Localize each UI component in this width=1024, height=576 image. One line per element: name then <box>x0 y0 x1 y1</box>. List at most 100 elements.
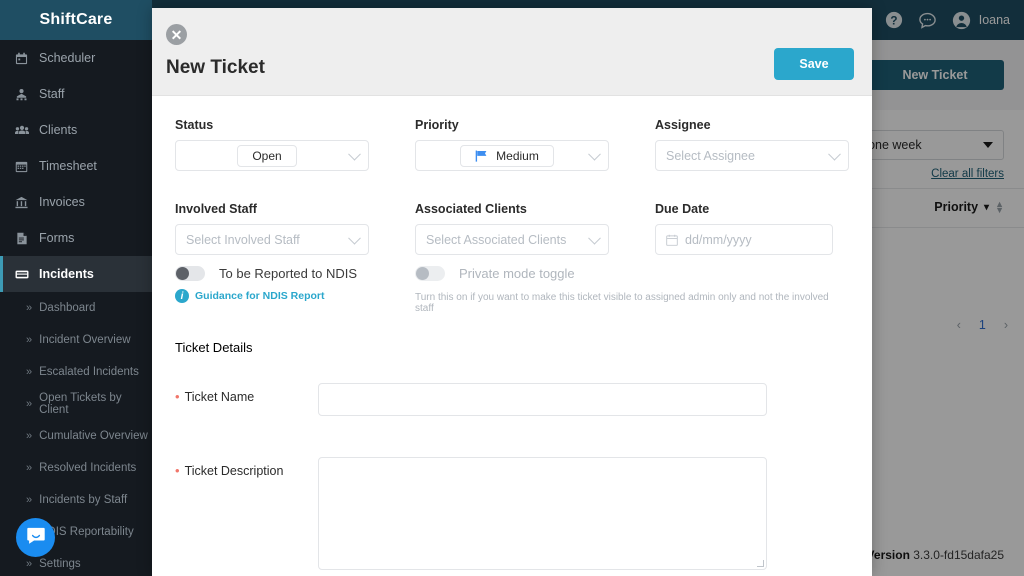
sidebar-item-invoices[interactable]: Invoices <box>0 184 152 220</box>
sidebar-item-label: Staff <box>39 87 64 101</box>
calendar-icon <box>666 234 678 246</box>
double-chevron-icon: » <box>26 335 32 346</box>
chevron-down-icon <box>828 147 841 160</box>
due-date-input[interactable]: dd/mm/yyyy <box>655 224 833 255</box>
resize-handle-icon[interactable] <box>757 560 764 567</box>
sidebar-subitem-incidents-by-staff[interactable]: » Incidents by Staff <box>0 484 152 516</box>
sidebar-subitem-label: Incidents by Staff <box>39 494 127 506</box>
sidebar-subitem-resolved-incidents[interactable]: » Resolved Incidents <box>0 452 152 484</box>
required-marker: • <box>175 390 180 403</box>
staff-icon <box>14 87 29 102</box>
toggle-knob <box>176 267 189 280</box>
due-date-field: Due Date dd/mm/yyyy <box>655 202 833 255</box>
flag-icon <box>475 150 488 162</box>
status-field: Status Open <box>175 118 369 171</box>
sidebar-subitem-cumulative-overview[interactable]: » Cumulative Overview <box>0 420 152 452</box>
status-chip-wrap: Open <box>186 145 358 167</box>
involved-staff-select[interactable]: Select Involved Staff <box>175 224 369 255</box>
ndis-toggle-label: To be Reported to NDIS <box>219 266 357 281</box>
priority-chip: Medium <box>460 145 554 167</box>
double-chevron-icon: » <box>26 495 32 506</box>
associated-clients-select[interactable]: Select Associated Clients <box>415 224 609 255</box>
calendar-icon <box>14 51 29 66</box>
private-toggle-label: Private mode toggle <box>459 266 575 281</box>
private-toggle-row: Private mode toggle <box>415 266 845 281</box>
sidebar-subitem-incident-overview[interactable]: » Incident Overview <box>0 324 152 356</box>
sidebar-subitem-label: Incident Overview <box>39 334 130 346</box>
intercom-launcher-button[interactable] <box>16 518 55 557</box>
due-date-label: Due Date <box>655 202 833 216</box>
sidebar: ShiftCare Scheduler Staff Clients Timesh… <box>0 0 152 576</box>
involved-staff-label: Involved Staff <box>175 202 369 216</box>
double-chevron-icon: » <box>26 303 32 314</box>
sidebar-item-staff[interactable]: Staff <box>0 76 152 112</box>
modal-header: ✕ New Ticket Save <box>152 8 872 96</box>
form-icon <box>14 231 29 246</box>
brand-logo[interactable]: ShiftCare <box>0 0 152 40</box>
new-ticket-modal: ✕ New Ticket Save Status Open Priority <box>152 8 872 576</box>
sidebar-subitem-dashboard[interactable]: » Dashboard <box>0 292 152 324</box>
close-icon[interactable]: ✕ <box>166 24 187 45</box>
app-root: New Ticket Recent one week Clear all fil… <box>0 0 1024 576</box>
associated-clients-field: Associated Clients Select Associated Cli… <box>415 202 609 255</box>
chevron-down-icon <box>348 231 361 244</box>
priority-field: Priority Medium <box>415 118 609 171</box>
ticket-description-textarea[interactable] <box>318 457 767 570</box>
info-icon: i <box>175 289 189 303</box>
priority-select[interactable]: Medium <box>415 140 609 171</box>
chevron-down-icon <box>588 231 601 244</box>
double-chevron-icon: » <box>26 431 32 442</box>
assignee-label: Assignee <box>655 118 849 132</box>
private-mode-hint: Turn this on if you want to make this ti… <box>415 292 845 314</box>
sidebar-item-label: Incidents <box>39 267 94 281</box>
ndis-report-toggle[interactable] <box>175 266 205 281</box>
sidebar-item-label: Scheduler <box>39 51 95 65</box>
incidents-icon <box>14 267 29 282</box>
bank-icon <box>14 195 29 210</box>
sidebar-item-scheduler[interactable]: Scheduler <box>0 40 152 76</box>
toggle-knob <box>416 267 429 280</box>
status-label: Status <box>175 118 369 132</box>
assignee-select[interactable]: Select Assignee <box>655 140 849 171</box>
ticket-details-title: Ticket Details <box>175 340 253 355</box>
due-date-placeholder: dd/mm/yyyy <box>685 233 752 247</box>
status-value: Open <box>252 149 281 163</box>
priority-label: Priority <box>415 118 609 132</box>
sidebar-item-label: Timesheet <box>39 159 97 173</box>
ticket-name-input[interactable] <box>318 383 767 416</box>
sidebar-item-label: Clients <box>39 123 77 137</box>
sidebar-item-label: Invoices <box>39 195 85 209</box>
sidebar-subitem-label: Escalated Incidents <box>39 366 139 378</box>
save-button[interactable]: Save <box>774 48 854 80</box>
assignee-field: Assignee Select Assignee <box>655 118 849 171</box>
private-mode-toggle[interactable] <box>415 266 445 281</box>
required-marker: • <box>175 464 180 477</box>
private-mode-group: Private mode toggle Turn this on if you … <box>415 266 845 314</box>
ticket-description-label-group: • Ticket Description <box>175 464 283 478</box>
double-chevron-icon: » <box>26 559 32 570</box>
timesheet-icon <box>14 159 29 174</box>
assignee-placeholder: Select Assignee <box>666 149 755 163</box>
status-select[interactable]: Open <box>175 140 369 171</box>
double-chevron-icon: » <box>26 399 32 410</box>
sidebar-subitem-label: Open Tickets by Client <box>39 392 152 416</box>
modal-title: New Ticket <box>166 57 265 79</box>
ticket-description-label: Ticket Description <box>185 464 284 478</box>
status-chip: Open <box>237 145 296 167</box>
double-chevron-icon: » <box>26 367 32 378</box>
sidebar-item-forms[interactable]: Forms <box>0 220 152 256</box>
sidebar-subitem-label: Resolved Incidents <box>39 462 136 474</box>
associated-clients-label: Associated Clients <box>415 202 609 216</box>
sidebar-item-timesheet[interactable]: Timesheet <box>0 148 152 184</box>
sidebar-item-clients[interactable]: Clients <box>0 112 152 148</box>
clients-icon <box>14 123 29 138</box>
priority-chip-wrap: Medium <box>426 145 598 167</box>
sidebar-subitem-open-tickets-by-client[interactable]: » Open Tickets by Client <box>0 388 152 420</box>
intercom-chat-icon <box>25 525 47 550</box>
involved-staff-field: Involved Staff Select Involved Staff <box>175 202 369 255</box>
sidebar-item-label: Forms <box>39 231 74 245</box>
sidebar-item-incidents[interactable]: Incidents <box>0 256 152 292</box>
sidebar-subitem-escalated-incidents[interactable]: » Escalated Incidents <box>0 356 152 388</box>
ndis-guidance-link[interactable]: Guidance for NDIS Report <box>195 290 325 302</box>
involved-staff-placeholder: Select Involved Staff <box>186 233 300 247</box>
